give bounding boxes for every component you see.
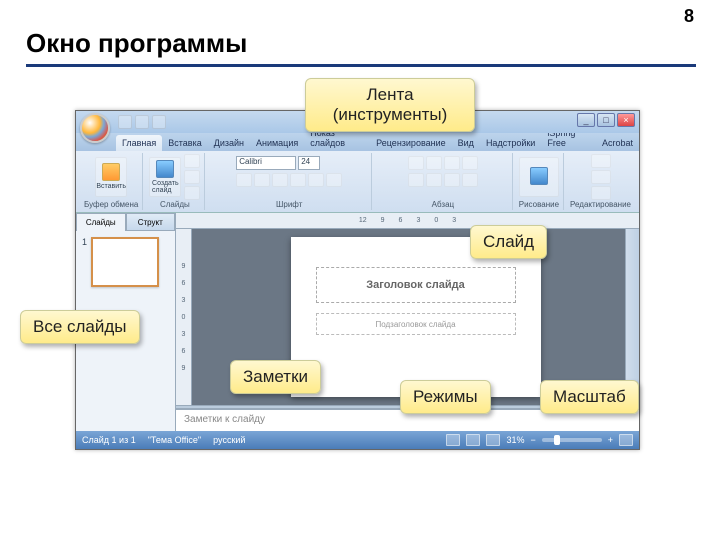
close-button[interactable]: × <box>617 113 635 127</box>
vertical-scrollbar[interactable] <box>625 229 639 405</box>
zoom-fit-button[interactable] <box>619 434 633 446</box>
ribbon-group-editing: Редактирование <box>566 153 635 210</box>
status-theme: "Тема Office" <box>148 435 201 445</box>
italic-button[interactable] <box>254 173 270 187</box>
callout-slide: Слайд <box>470 225 547 259</box>
horizontal-ruler: 1296303 <box>176 213 639 229</box>
ribbon-group-slides: Создать слайд Слайды <box>145 153 205 210</box>
bullets-button[interactable] <box>408 156 424 170</box>
underline-button[interactable] <box>272 173 288 187</box>
tab-review[interactable]: Рецензирование <box>370 135 452 151</box>
minimize-button[interactable]: _ <box>577 113 595 127</box>
select-button[interactable] <box>591 186 611 200</box>
office-button[interactable] <box>80 113 110 143</box>
ribbon-tabs: Главная Вставка Дизайн Анимация Показ сл… <box>76 133 639 151</box>
new-slide-button[interactable]: Создать слайд <box>149 157 181 197</box>
group-label-clipboard: Буфер обмена <box>84 200 138 209</box>
callout-all-slides: Все слайды <box>20 310 140 344</box>
tab-addins[interactable]: Надстройки <box>480 135 541 151</box>
zoom-level[interactable]: 31% <box>506 435 524 445</box>
view-normal-button[interactable] <box>446 434 460 446</box>
subtitle-placeholder[interactable]: Подзаголовок слайда <box>316 313 516 335</box>
status-bar: Слайд 1 из 1 "Тема Office" русский 31% −… <box>76 431 639 449</box>
group-label-paragraph: Абзац <box>432 200 454 209</box>
group-label-drawing: Рисование <box>519 200 559 209</box>
layout-button[interactable] <box>184 154 200 168</box>
qat-redo-icon[interactable] <box>152 115 166 129</box>
paste-label: Вставить <box>96 183 126 190</box>
ribbon-group-font: Calibri 24 Шрифт <box>207 153 372 210</box>
zoom-slider[interactable] <box>542 438 602 442</box>
reset-button[interactable] <box>184 170 200 184</box>
font-family-select[interactable]: Calibri <box>236 156 296 170</box>
window-controls: _ □ × <box>577 113 635 127</box>
group-label-editing: Редактирование <box>570 200 631 209</box>
zoom-in-button[interactable]: + <box>608 435 613 445</box>
tab-insert[interactable]: Вставка <box>162 135 207 151</box>
columns-button[interactable] <box>462 173 478 187</box>
ribbon: Вставить Буфер обмена Создать слайд Слай… <box>76 151 639 213</box>
ribbon-group-drawing: Рисование <box>515 153 564 210</box>
new-slide-icon <box>156 160 174 178</box>
thumb-tabs: Слайды Структ <box>76 213 175 231</box>
title-placeholder[interactable]: Заголовок слайда <box>316 267 516 303</box>
title-underline <box>26 64 696 67</box>
new-slide-label: Создать слайд <box>152 180 179 194</box>
qat-undo-icon[interactable] <box>135 115 149 129</box>
quick-access-toolbar <box>118 115 166 129</box>
align-center-button[interactable] <box>426 173 442 187</box>
shadow-button[interactable] <box>308 173 324 187</box>
indent-inc-button[interactable] <box>462 156 478 170</box>
page-title: Окно программы <box>26 28 247 59</box>
bold-button[interactable] <box>236 173 252 187</box>
shapes-icon <box>530 167 548 185</box>
vertical-ruler: 9630369 <box>176 229 192 405</box>
replace-button[interactable] <box>591 170 611 184</box>
status-slide-count: Слайд 1 из 1 <box>82 435 136 445</box>
qat-save-icon[interactable] <box>118 115 132 129</box>
slide-thumbnail[interactable]: 1 <box>82 237 169 287</box>
tab-home[interactable]: Главная <box>116 135 162 151</box>
paste-icon <box>102 163 120 181</box>
current-slide: Заголовок слайда Подзаголовок слайда <box>291 237 541 397</box>
paste-button[interactable]: Вставить <box>95 157 127 197</box>
page-number: 8 <box>684 6 694 27</box>
callout-zoom: Масштаб <box>540 380 639 414</box>
view-slideshow-button[interactable] <box>486 434 500 446</box>
ribbon-group-clipboard: Вставить Буфер обмена <box>80 153 143 210</box>
view-sorter-button[interactable] <box>466 434 480 446</box>
font-color-button[interactable] <box>326 173 342 187</box>
drawing-button[interactable] <box>519 157 559 197</box>
callout-ribbon: Лента (инструменты) <box>305 78 475 132</box>
callout-notes: Заметки <box>230 360 321 394</box>
font-size-select[interactable]: 24 <box>298 156 320 170</box>
align-left-button[interactable] <box>408 173 424 187</box>
group-label-font: Шрифт <box>276 200 302 209</box>
ribbon-group-paragraph: Абзац <box>374 153 513 210</box>
tab-acrobat[interactable]: Acrobat <box>596 135 639 151</box>
indent-dec-button[interactable] <box>444 156 460 170</box>
callout-views: Режимы <box>400 380 491 414</box>
find-button[interactable] <box>591 154 611 168</box>
group-label-slides: Слайды <box>160 200 190 209</box>
strike-button[interactable] <box>290 173 306 187</box>
thumb-tab-slides[interactable]: Слайды <box>76 213 126 231</box>
numbering-button[interactable] <box>426 156 442 170</box>
maximize-button[interactable]: □ <box>597 113 615 127</box>
tab-view[interactable]: Вид <box>452 135 480 151</box>
zoom-out-button[interactable]: − <box>530 435 535 445</box>
delete-button[interactable] <box>184 186 200 200</box>
status-language[interactable]: русский <box>213 435 245 445</box>
align-right-button[interactable] <box>444 173 460 187</box>
tab-design[interactable]: Дизайн <box>208 135 250 151</box>
tab-animation[interactable]: Анимация <box>250 135 304 151</box>
thumb-tab-outline[interactable]: Структ <box>126 213 176 231</box>
thumb-preview <box>91 237 159 287</box>
thumb-number: 1 <box>82 237 87 287</box>
